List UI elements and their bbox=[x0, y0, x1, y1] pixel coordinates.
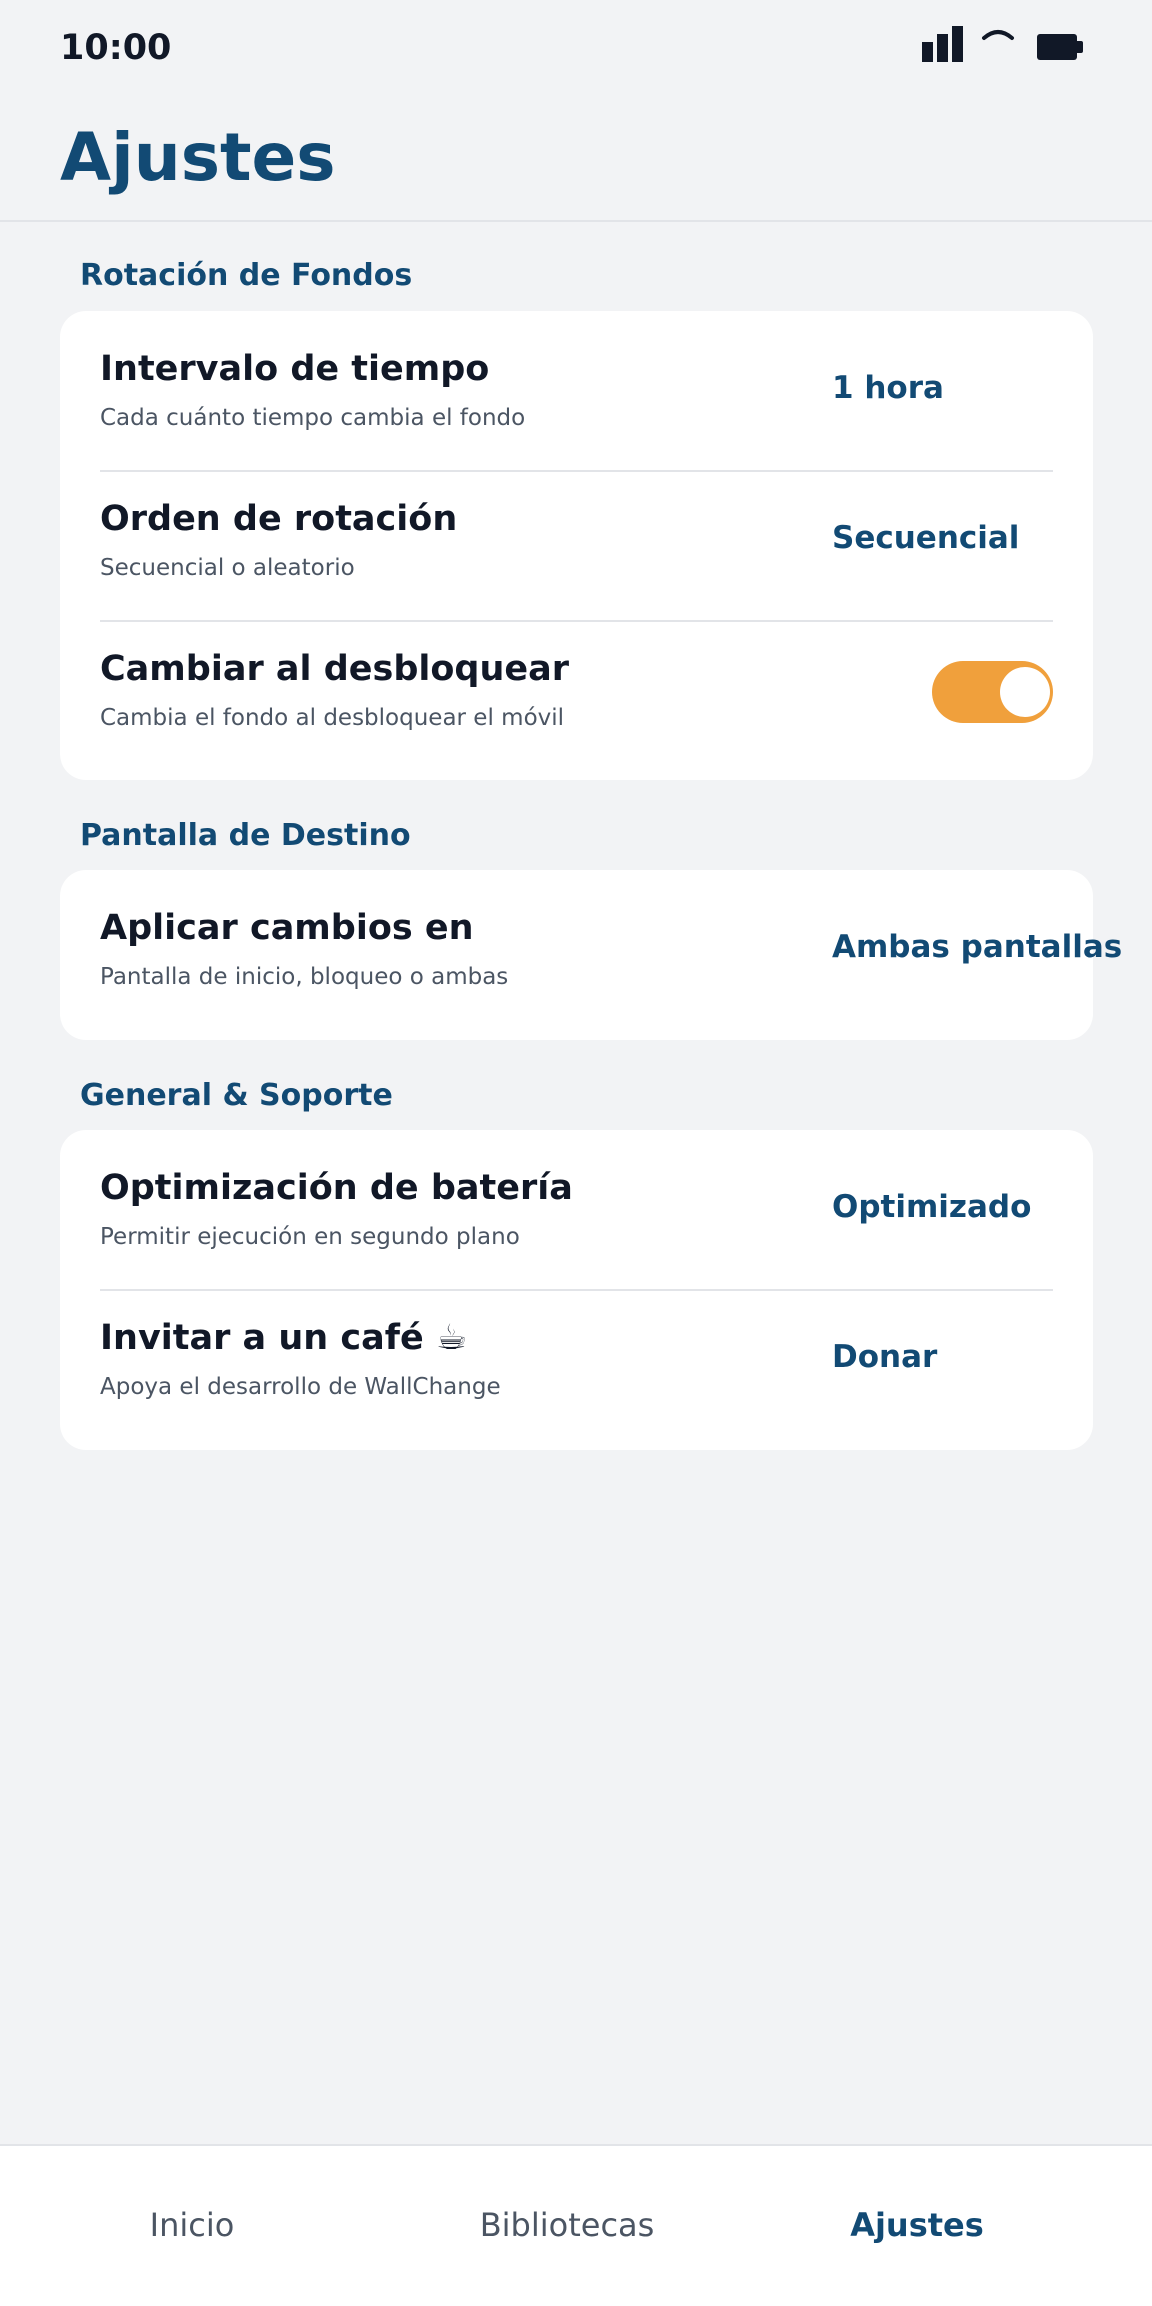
setting-title: Orden de rotación bbox=[100, 499, 458, 539]
setting-row-desbloquear[interactable]: Cambiar al desbloquear Cambia el fondo a… bbox=[60, 611, 1093, 761]
setting-title: Aplicar cambios en bbox=[100, 908, 474, 948]
status-time: 10:00 bbox=[60, 28, 172, 68]
setting-title: Cambiar al desbloquear bbox=[100, 649, 569, 689]
toggle-knob bbox=[1000, 667, 1050, 717]
nav-item-ajustes[interactable]: Ajustes bbox=[850, 2206, 984, 2244]
setting-value[interactable]: Optimizado bbox=[832, 1189, 1031, 1225]
card-general: Optimización de batería Permitir ejecuci… bbox=[60, 1130, 1093, 1450]
header-divider bbox=[0, 220, 1152, 222]
setting-row-orden[interactable]: Orden de rotación Secuencial o aleatorio… bbox=[60, 461, 1093, 611]
setting-title: Invitar a un café ☕ bbox=[100, 1318, 468, 1358]
status-icons bbox=[922, 26, 1097, 68]
setting-value[interactable]: Secuencial bbox=[832, 520, 1019, 556]
nav-item-bibliotecas[interactable]: Bibliotecas bbox=[480, 2206, 655, 2244]
setting-row-cafe[interactable]: Invitar a un café ☕ Apoya el desarrollo … bbox=[60, 1280, 1093, 1430]
bottom-nav: Inicio Bibliotecas Ajustes bbox=[0, 2144, 1152, 2306]
setting-row-aplicar[interactable]: Aplicar cambios en Pantalla de inicio, b… bbox=[60, 870, 1122, 1020]
setting-title: Intervalo de tiempo bbox=[100, 349, 490, 389]
setting-value[interactable]: 1 hora bbox=[832, 370, 944, 406]
setting-subtitle: Cada cuánto tiempo cambia el fondo bbox=[100, 405, 526, 431]
card-destino: Aplicar cambios en Pantalla de inicio, b… bbox=[60, 870, 1122, 1040]
setting-value[interactable]: Ambas pantallas bbox=[832, 929, 1122, 965]
page-title: Ajustes bbox=[60, 119, 336, 196]
setting-subtitle: Secuencial o aleatorio bbox=[100, 555, 355, 581]
setting-row-intervalo[interactable]: Intervalo de tiempo Cada cuánto tiempo c… bbox=[60, 311, 1093, 461]
setting-subtitle: Pantalla de inicio, bloqueo o ambas bbox=[100, 964, 509, 990]
donate-button[interactable]: Donar bbox=[832, 1339, 937, 1375]
nav-item-inicio[interactable]: Inicio bbox=[150, 2206, 235, 2244]
section-title-rotacion: Rotación de Fondos bbox=[80, 258, 413, 293]
status-bar: 10:00 bbox=[0, 0, 1152, 104]
section-title-destino: Pantalla de Destino bbox=[80, 818, 411, 853]
setting-subtitle: Permitir ejecución en segundo plano bbox=[100, 1224, 520, 1250]
setting-subtitle: Cambia el fondo al desbloquear el móvil bbox=[100, 705, 565, 731]
section-title-general: General & Soporte bbox=[80, 1078, 393, 1113]
wifi-icon bbox=[982, 30, 1014, 40]
setting-title: Optimización de batería bbox=[100, 1168, 573, 1208]
card-rotacion: Intervalo de tiempo Cada cuánto tiempo c… bbox=[60, 311, 1093, 780]
unlock-toggle[interactable] bbox=[932, 661, 1053, 723]
setting-subtitle: Apoya el desarrollo de WallChange bbox=[100, 1374, 501, 1400]
setting-row-bateria[interactable]: Optimización de batería Permitir ejecuci… bbox=[60, 1130, 1093, 1280]
